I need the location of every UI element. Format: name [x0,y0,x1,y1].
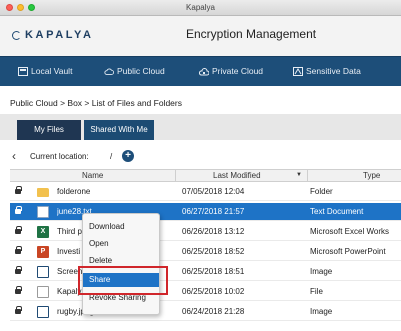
table-row-selected[interactable]: june28.txt 06/27/2018 21:57 Text Documen… [10,203,401,221]
file-date: 06/27/2018 21:57 [182,207,245,216]
menu-item-open[interactable]: Open [83,237,159,251]
nav-local-vault[interactable]: Local Vault [18,66,72,76]
file-type: Image [310,307,333,316]
file-icon [37,286,49,298]
app-title: Encryption Management [186,27,317,41]
current-location-path: / [110,152,113,161]
sensitive-data-icon [293,66,303,76]
nav-sensitive-data[interactable]: Sensitive Data [293,66,361,76]
window-title: Kapalya [186,3,215,12]
column-header-name[interactable]: Name [82,171,103,180]
nav-public-cloud-label: Public Cloud [117,66,165,76]
vault-icon [18,66,28,76]
nav-private-cloud-label: Private Cloud [212,66,264,76]
table-row[interactable]: Screen 06/25/2018 18:51 Image [10,263,401,281]
text-document-icon [37,206,49,218]
lock-icon [15,266,22,275]
column-header-type[interactable]: Type [363,171,380,180]
back-chevron-icon[interactable]: ‹ [12,149,16,163]
current-location-label: Current location: [30,152,89,161]
kapalya-logo: KAPALYA [12,29,94,41]
table-header: Name Last Modified ▼ Type [10,170,401,182]
file-type: Image [310,267,333,276]
nav-public-cloud[interactable]: Public Cloud [104,66,165,76]
file-date: 06/25/2018 18:52 [182,247,245,256]
excel-icon: X [37,226,49,238]
table-row[interactable]: P Investi 06/25/2018 18:52 Microsoft Pow… [10,243,401,261]
column-header-last-modified[interactable]: Last Modified [213,171,261,180]
image-icon [37,266,49,278]
nav-private-cloud[interactable]: Private Cloud [199,66,263,76]
file-type: Folder [310,187,333,196]
file-type: Microsoft PowerPoint [310,247,386,256]
nav-sensitive-data-label: Sensitive Data [306,66,361,76]
logo-text: KAPALYA [25,29,94,41]
table-row[interactable]: X Third p 06/26/2018 13:12 Microsoft Exc… [10,223,401,241]
file-date: 06/24/2018 21:28 [182,307,245,316]
column-divider[interactable] [175,170,176,182]
folder-icon [37,188,49,197]
file-date: 06/25/2018 18:51 [182,267,245,276]
logo-mark-icon [12,30,21,40]
menu-item-download[interactable]: Download [83,220,159,234]
image-icon [37,306,49,318]
lock-icon [15,306,22,315]
brand-header: KAPALYA Encryption Management [0,16,401,56]
file-table: Name Last Modified ▼ Type folderone 07/0… [10,169,401,331]
lock-icon [15,186,22,195]
file-date: 06/25/2018 10:02 [182,287,245,296]
window-titlebar: Kapalya [0,0,401,16]
file-name: folderone [57,187,91,196]
tabs-strip: My Files Shared With Me [0,114,401,140]
column-divider[interactable] [307,170,308,182]
file-date: 06/26/2018 13:12 [182,227,245,236]
file-type: Microsoft Excel Works [310,227,389,236]
breadcrumb: Public Cloud > Box > List of Files and F… [10,98,182,108]
tab-shared-with-me[interactable]: Shared With Me [84,120,154,140]
add-icon[interactable]: + [122,150,134,162]
file-date: 07/05/2018 12:04 [182,187,245,196]
lock-icon [15,226,22,235]
context-menu: Download Open Delete Share Revoke Sharin… [82,213,160,315]
file-type: Text Document [310,207,364,216]
cloud-icon [104,68,114,75]
share-highlight-outline [78,266,168,295]
main-nav: Local Vault Public Cloud Private Cloud S… [0,56,401,86]
powerpoint-icon: P [37,246,49,258]
tab-my-files[interactable]: My Files [17,120,81,140]
table-row[interactable]: rugby.jpeg 06/24/2018 21:28 Image [10,303,401,321]
table-row[interactable]: Kapaly 06/25/2018 10:02 File [10,283,401,301]
location-bar: ‹ Current location: / + [0,147,401,167]
file-type: File [310,287,323,296]
lock-icon [15,286,22,295]
private-cloud-icon [199,67,209,75]
lock-icon [15,246,22,255]
lock-icon [15,206,22,215]
sort-down-icon[interactable]: ▼ [296,172,302,178]
nav-local-vault-label: Local Vault [31,66,73,76]
table-row[interactable]: folderone 07/05/2018 12:04 Folder [10,183,401,201]
